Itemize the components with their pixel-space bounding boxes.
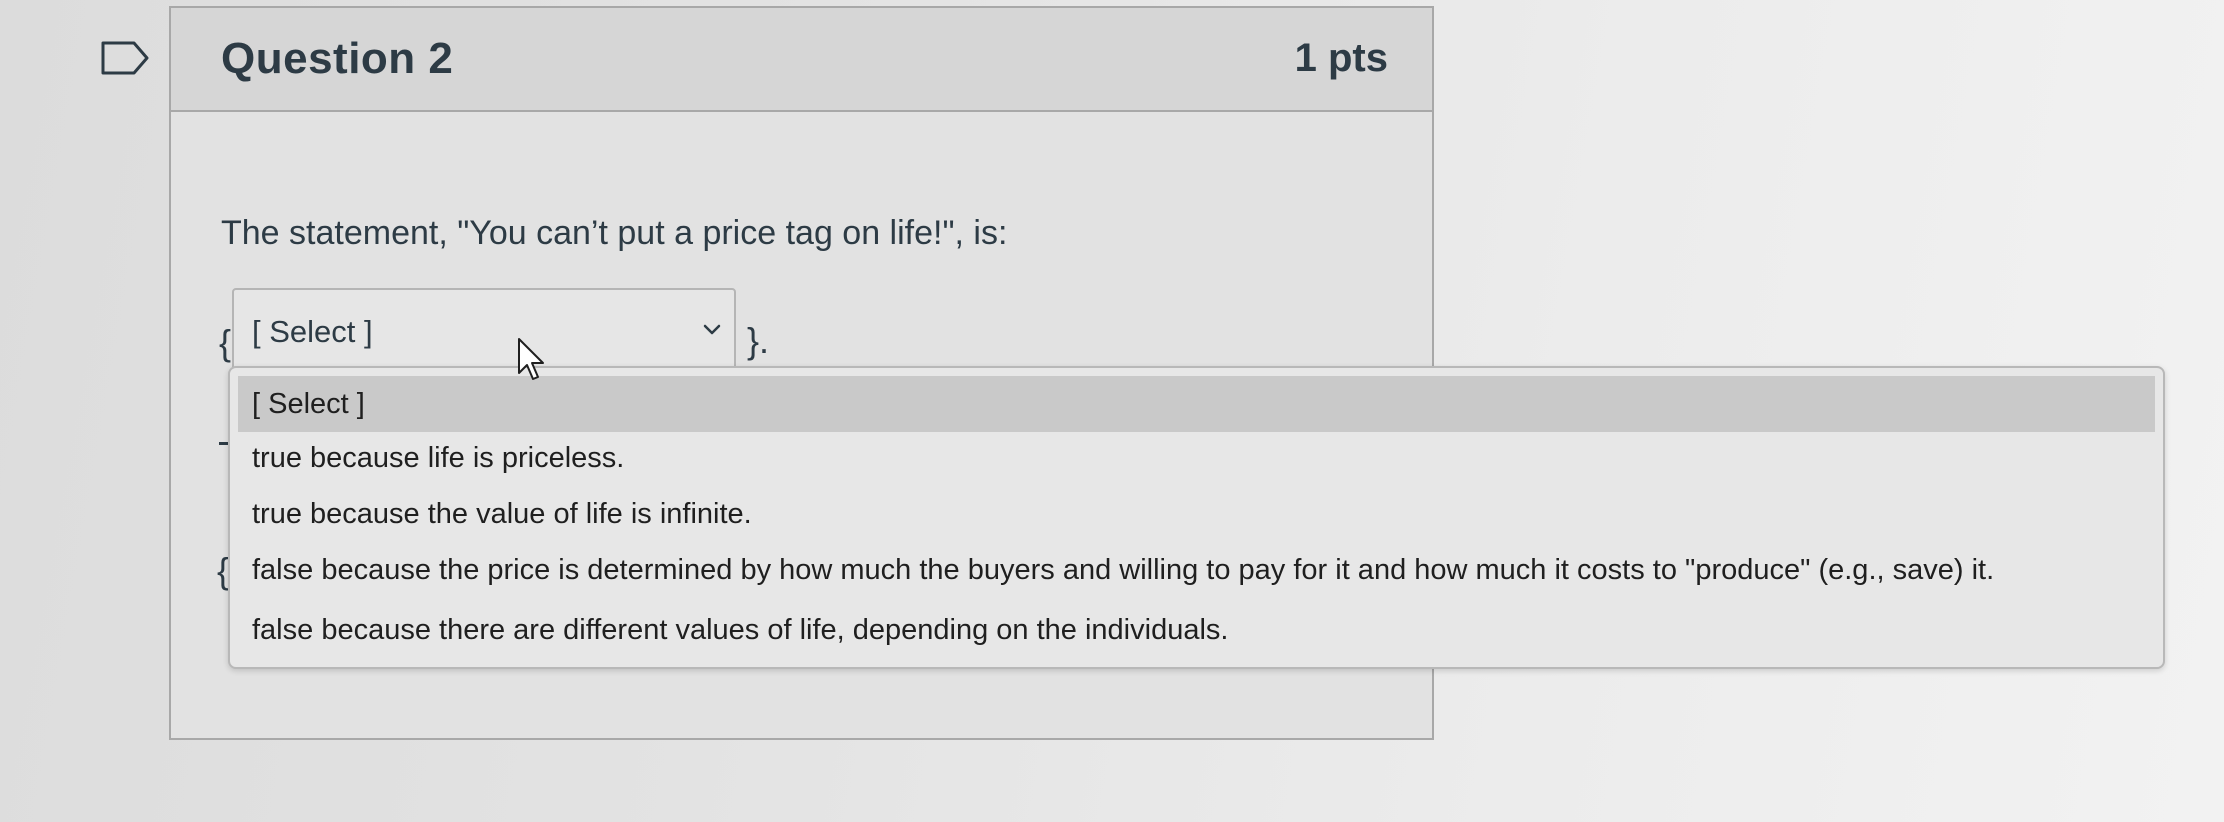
dropdown-option-true-priceless[interactable]: true because life is priceless. [238, 430, 2155, 486]
dropdown-option-true-infinite[interactable]: true because the value of life is infini… [238, 486, 2155, 542]
select-value: [ Select ] [252, 314, 373, 349]
dropdown-option-false-different-values[interactable]: false because there are different values… [238, 602, 2155, 658]
answer-select[interactable]: [ Select ] [232, 288, 736, 372]
brace-open: { [219, 322, 232, 363]
mouse-pointer-icon [517, 337, 547, 383]
dropdown-option-false-price-determined[interactable]: false because the price is determined by… [238, 542, 2155, 598]
brace-close: }. [747, 320, 770, 361]
dropdown-list[interactable]: [ Select ] true because life is priceles… [228, 366, 2165, 669]
question-header: Question 2 1 pts [171, 8, 1432, 112]
question-text: The statement, "You can’t put a price ta… [221, 214, 1008, 252]
chevron-down-icon [700, 318, 724, 342]
flag-question-icon[interactable] [100, 40, 150, 76]
question-title: Question 2 [221, 34, 454, 83]
question-points: 1 pts [1294, 36, 1388, 80]
dropdown-option-select-placeholder[interactable]: [ Select ] [238, 376, 2155, 432]
